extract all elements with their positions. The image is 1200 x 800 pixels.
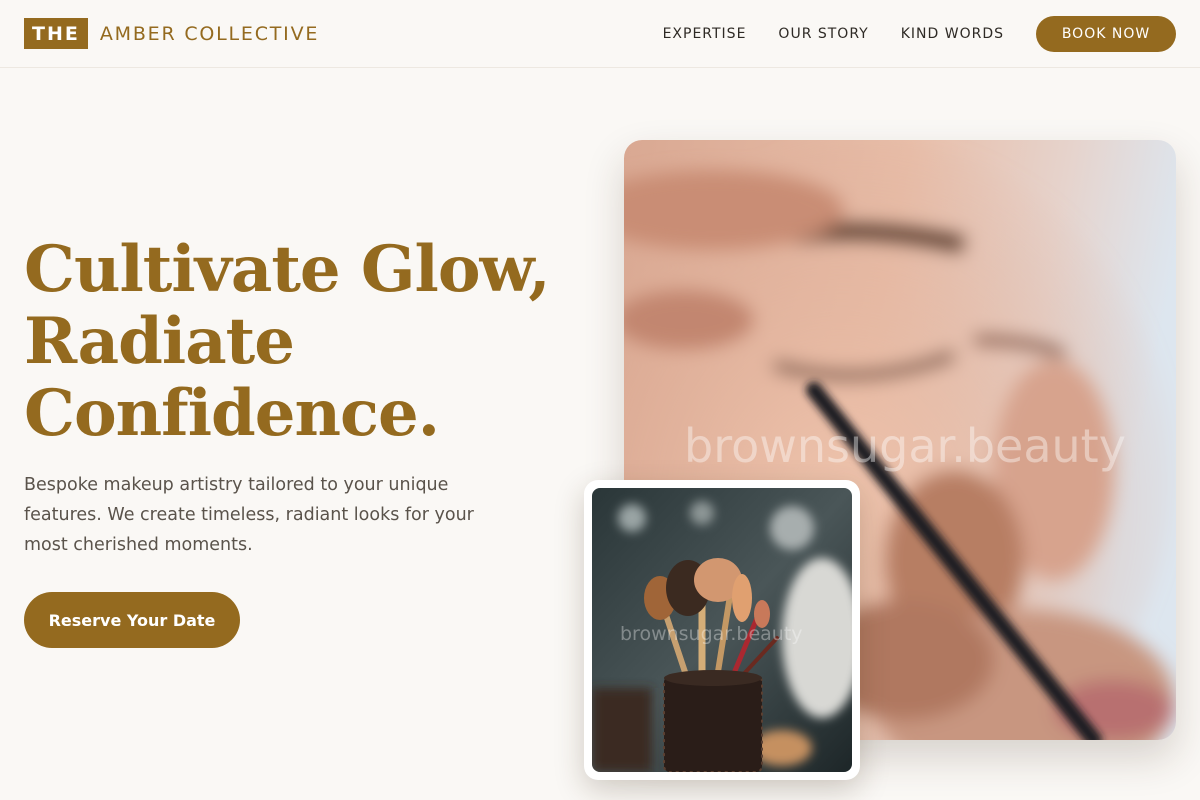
makeup-brushes-card: brownsugar.beauty	[584, 480, 860, 780]
hero-description: Bespoke makeup artistry tailored to your…	[24, 475, 474, 555]
hero-title: Cultivate Glow, Radiate Confidence.	[24, 234, 584, 450]
brand-logo[interactable]: THE AMBER COLLECTIVE	[24, 18, 319, 49]
nav-link-kind-words[interactable]: KIND WORDS	[901, 26, 1004, 42]
book-now-button[interactable]: BOOK NOW	[1036, 16, 1176, 52]
brand-badge: THE	[24, 18, 88, 49]
reserve-date-button[interactable]: Reserve Your Date	[24, 592, 240, 648]
brand-name: AMBER COLLECTIVE	[99, 22, 320, 45]
nav-link-our-story[interactable]: OUR STORY	[778, 26, 868, 42]
main-nav: EXPERTISE OUR STORY KIND WORDS BOOK NOW	[663, 0, 1176, 68]
main-photo-watermark: brownsugar.beauty	[684, 419, 1126, 473]
site-header: THE AMBER COLLECTIVE EXPERTISE OUR STORY…	[0, 0, 1200, 68]
hero-title-line-3: Confidence.	[24, 376, 440, 451]
hero-title-line-2: Radiate	[24, 304, 295, 379]
inset-photo-watermark: brownsugar.beauty	[620, 623, 803, 645]
nav-link-expertise[interactable]: EXPERTISE	[663, 26, 747, 42]
makeup-brushes-photo: brownsugar.beauty	[592, 488, 852, 772]
hero-title-line-1: Cultivate Glow,	[24, 232, 551, 307]
